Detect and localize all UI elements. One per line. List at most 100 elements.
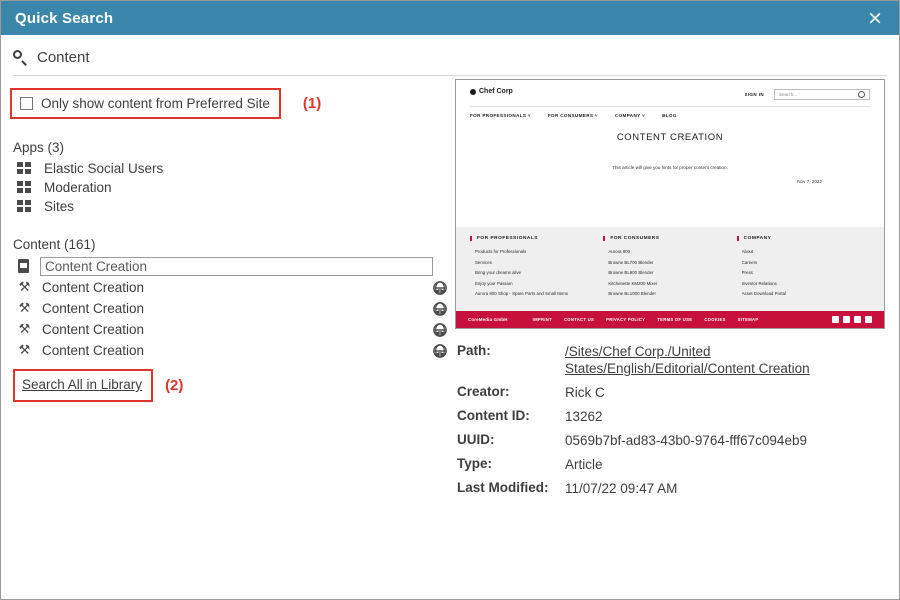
tools-icon: ⚒ bbox=[18, 322, 31, 337]
app-item[interactable]: Moderation bbox=[13, 178, 453, 197]
preview-footer-link: Services bbox=[475, 259, 492, 265]
preview-footer-column: FOR CONSUMERS Aurora 800 Browne BL700 Bl… bbox=[603, 236, 736, 301]
app-item-label: Moderation bbox=[44, 180, 112, 195]
preview-legal-link: TERMS OF USE bbox=[657, 317, 693, 322]
content-section-heading: Content (161) bbox=[13, 237, 96, 252]
metadata-value-content-id: 13262 bbox=[565, 409, 603, 424]
preview-footer-link: Browne BL1000 Blender bbox=[608, 291, 656, 296]
content-row[interactable]: ⚒ Content Creation bbox=[13, 319, 453, 340]
dialog-title: Quick Search bbox=[15, 9, 114, 27]
preview-footer-link: Careers bbox=[741, 259, 758, 265]
preview-footer-link: About bbox=[741, 249, 754, 254]
callout-marker-2: (2) bbox=[165, 377, 184, 394]
twitter-icon bbox=[854, 316, 861, 323]
preview-legal-link: PRIVACY POLICY bbox=[606, 317, 646, 322]
metadata-value-path[interactable]: /Sites/Chef Corp./United States/English/… bbox=[565, 343, 815, 377]
metadata-row: Type: Article bbox=[457, 456, 891, 473]
globe-icon[interactable] bbox=[433, 280, 447, 295]
preview-footer-column: COMPANY About Careers Press Investor Rel… bbox=[736, 236, 870, 301]
metadata-value-creator: Rick C bbox=[565, 385, 605, 400]
close-icon[interactable]: × bbox=[863, 7, 887, 30]
preview-footer-links: Products for Professionals Services Brin… bbox=[470, 249, 597, 296]
linkedin-icon bbox=[843, 316, 850, 323]
content-row[interactable]: ⚒ Content Creation bbox=[13, 298, 453, 319]
globe-icon[interactable] bbox=[433, 322, 447, 337]
preview-footer-link: Aurora 800 bbox=[608, 249, 631, 254]
metadata-key: Content ID: bbox=[457, 408, 530, 423]
facebook-icon bbox=[832, 316, 839, 323]
preview-article-title: CONTENT CREATION bbox=[616, 132, 724, 143]
metadata-key: UUID: bbox=[457, 432, 495, 447]
preview-nav-item: FOR PROFESSIONALS ˅ bbox=[470, 113, 531, 118]
preview-footer-link: Products for Professionals bbox=[475, 249, 527, 254]
preview-social-icons bbox=[832, 316, 872, 323]
preview-brand-logo: Chef Corp bbox=[470, 88, 513, 95]
youtube-icon bbox=[865, 316, 872, 323]
preview-search-box: Search... bbox=[774, 88, 870, 100]
grid-icon bbox=[17, 200, 32, 213]
preferred-site-row[interactable]: Only show content from Preferred Site bbox=[10, 88, 281, 119]
preview-footer-heading: FOR PROFESSIONALS bbox=[470, 236, 597, 241]
brand-name: Chef Corp bbox=[479, 88, 513, 95]
preview-footer-link: Press bbox=[741, 270, 753, 275]
metadata-row: Creator: Rick C bbox=[457, 384, 891, 401]
search-icon bbox=[13, 50, 28, 65]
preview-nav: FOR PROFESSIONALS ˅ FOR CONSUMERS ˅ COMP… bbox=[470, 106, 870, 118]
brand-mark-icon bbox=[470, 88, 476, 95]
detail-pane: Chef Corp SIGN IN Search... FOR PROFESSI… bbox=[453, 76, 899, 504]
globe-icon[interactable] bbox=[433, 301, 447, 316]
dialog-titlebar: Quick Search × bbox=[1, 1, 899, 35]
search-all-in-library-link[interactable]: Search All in Library bbox=[22, 377, 142, 392]
preferred-site-checkbox[interactable] bbox=[20, 97, 33, 110]
preview-article: CONTENT CREATION This article will give … bbox=[456, 118, 884, 210]
quick-search-dialog: Quick Search × Content Only show content… bbox=[0, 0, 900, 600]
preview-legal-link: CONTACT US bbox=[563, 317, 595, 322]
content-results-list: ⚒ Content Creation ⚒ Content Creation bbox=[13, 256, 453, 361]
document-icon bbox=[17, 259, 30, 274]
preview-footer-link: Investor Relations bbox=[741, 280, 777, 286]
app-item[interactable]: Sites bbox=[13, 197, 453, 216]
metadata-value-last-modified: 11/07/22 09:47 AM bbox=[565, 481, 678, 496]
search-all-highlight: Search All in Library bbox=[13, 369, 154, 402]
app-item[interactable]: Elastic Social Users bbox=[13, 159, 453, 178]
preferred-site-label: Only show content from Preferred Site bbox=[41, 96, 270, 111]
preview-footer-link: Kitchenette KM200 Mixer bbox=[608, 280, 658, 286]
content-row[interactable]: ⚒ Content Creation bbox=[13, 277, 453, 298]
content-rename-input[interactable] bbox=[40, 257, 433, 276]
preview-footer-link: Browne BL900 Blender bbox=[608, 270, 654, 275]
content-row[interactable]: ⚒ Content Creation bbox=[13, 340, 453, 361]
globe-icon[interactable] bbox=[433, 343, 447, 358]
tools-icon: ⚒ bbox=[18, 343, 31, 358]
metadata-key: Type: bbox=[457, 456, 493, 471]
preview-footer-link: Bring your dreams alive bbox=[475, 270, 522, 275]
preview-footer-link: Asset Download Portal bbox=[741, 291, 787, 296]
search-icon bbox=[858, 90, 865, 98]
apps-section-heading: Apps (3) bbox=[13, 140, 65, 155]
preview-copyright: CoreMedia GmbH bbox=[468, 317, 508, 322]
search-term-row: Content bbox=[1, 35, 899, 75]
app-item-label: Sites bbox=[44, 199, 75, 214]
metadata-value-uuid: 0569b7bf-ad83-43b0-9764-fff67c094eb9 bbox=[565, 433, 807, 448]
content-row-label: Content Creation bbox=[42, 343, 145, 358]
preview-footer-links: Aurora 800 Browne BL700 Blender Browne B… bbox=[603, 249, 730, 296]
results-pane: Only show content from Preferred Site (1… bbox=[1, 76, 453, 402]
preview-footer-heading: COMPANY bbox=[736, 236, 864, 241]
app-item-label: Elastic Social Users bbox=[44, 161, 164, 176]
preview-legal-bar: CoreMedia GmbH IMPRINT CONTACT US PRIVAC… bbox=[456, 311, 884, 328]
content-preview-thumbnail: Chef Corp SIGN IN Search... FOR PROFESSI… bbox=[455, 79, 885, 329]
preview-search-placeholder: Search... bbox=[779, 91, 798, 97]
preview-legal-link: SITEMAP bbox=[737, 317, 759, 322]
tools-icon: ⚒ bbox=[18, 280, 31, 295]
preview-footer-link: Browne BL700 Blender bbox=[608, 259, 654, 265]
preferred-site-callout-group: Only show content from Preferred Site (1… bbox=[10, 88, 321, 119]
preview-nav-item: BLOG bbox=[662, 113, 677, 118]
metadata-row: Path: /Sites/Chef Corp./United States/En… bbox=[457, 343, 891, 377]
search-term-text: Content bbox=[37, 49, 90, 66]
metadata-table: Path: /Sites/Chef Corp./United States/En… bbox=[455, 343, 891, 497]
metadata-row: UUID: 0569b7bf-ad83-43b0-9764-fff67c094e… bbox=[457, 432, 891, 449]
search-all-callout-group: Search All in Library (2) bbox=[13, 369, 183, 402]
metadata-value-type: Article bbox=[565, 457, 603, 472]
preview-footer-link: Aurora 800 Shop - Spare Parts and Small … bbox=[475, 291, 568, 296]
preview-site-header: Chef Corp SIGN IN Search... FOR PROFESSI… bbox=[456, 80, 884, 118]
preview-footer-column: FOR PROFESSIONALS Products for Professio… bbox=[470, 236, 603, 301]
